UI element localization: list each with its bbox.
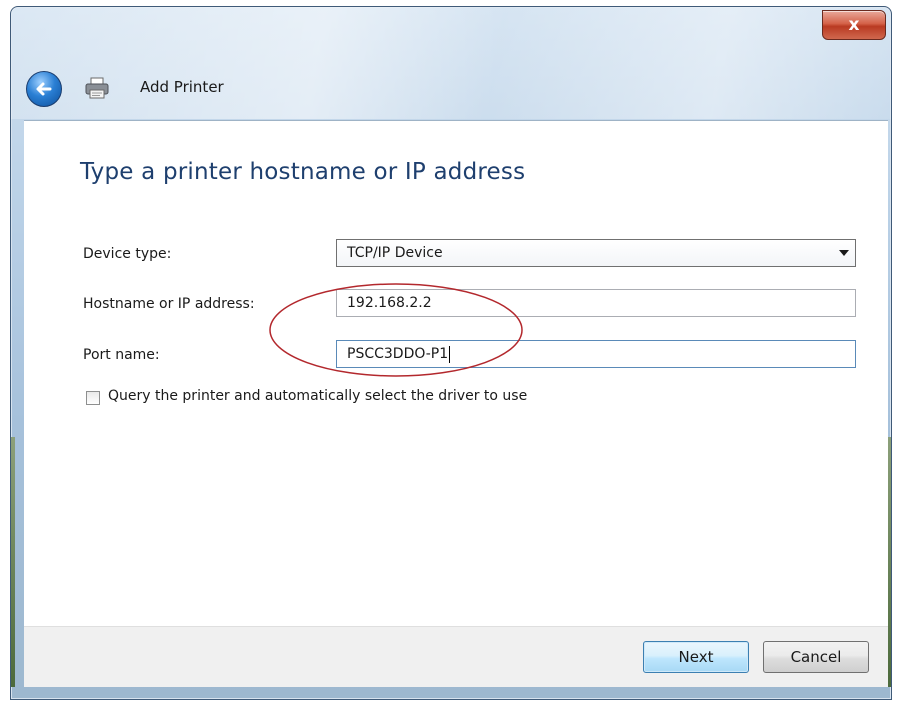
device-type-label: Device type:: [83, 246, 172, 262]
next-button[interactable]: Next: [643, 641, 749, 673]
hostname-input[interactable]: 192.168.2.2: [336, 289, 856, 317]
window-title: Add Printer: [140, 78, 224, 96]
query-printer-checkbox[interactable]: [86, 391, 100, 405]
wizard-footer: Next Cancel: [24, 626, 888, 687]
text-caret: [449, 345, 451, 363]
page-title: Type a printer hostname or IP address: [80, 159, 526, 185]
hostname-label: Hostname or IP address:: [83, 296, 255, 312]
window-border-left: [11, 437, 15, 687]
printer-icon: [85, 77, 109, 99]
device-type-select[interactable]: TCP/IP Device: [336, 239, 856, 267]
port-name-input[interactable]: PSCC3DDO-P1: [336, 340, 856, 368]
back-button[interactable]: [26, 71, 62, 107]
port-name-value: PSCC3DDO-P1: [347, 346, 449, 362]
wizard-content: Type a printer hostname or IP address De…: [24, 120, 888, 627]
close-button[interactable]: x: [822, 10, 886, 40]
close-icon: x: [848, 15, 860, 35]
hostname-value: 192.168.2.2: [347, 295, 432, 311]
chevron-down-icon: [839, 250, 849, 256]
title-bar-glass: [11, 7, 891, 119]
port-name-label: Port name:: [83, 347, 160, 363]
query-printer-label[interactable]: Query the printer and automatically sele…: [108, 388, 527, 404]
back-arrow-icon: [36, 82, 52, 96]
device-type-value: TCP/IP Device: [347, 245, 443, 261]
cancel-button[interactable]: Cancel: [763, 641, 869, 673]
